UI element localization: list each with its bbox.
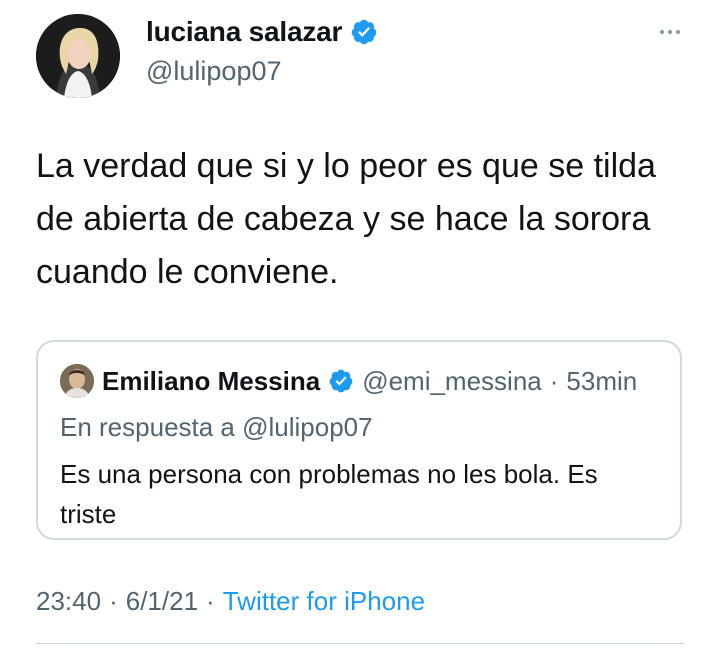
quoted-author-avatar: [60, 364, 94, 398]
tweet-date[interactable]: 6/1/21: [126, 586, 198, 617]
meta-separator: ·: [109, 586, 118, 616]
author-avatar[interactable]: [36, 14, 120, 98]
tweet-source-link[interactable]: Twitter for iPhone: [223, 586, 425, 617]
quoted-author-name: Emiliano Messina: [102, 365, 321, 396]
quoted-timestamp: 53min: [566, 365, 638, 396]
quoted-tweet-text: Es una persona con problemas no les bola…: [60, 459, 598, 529]
author-name-row: luciana salazar: [146, 14, 378, 50]
more-options-icon[interactable]: [652, 20, 688, 44]
verified-badge-icon: [351, 19, 377, 45]
author-handle[interactable]: @lulipop07: [146, 56, 378, 87]
author-avatar-image: [36, 14, 120, 98]
divider: [36, 643, 684, 644]
tweet: luciana salazar @lulipop07 La verdad que…: [0, 0, 720, 657]
quoted-tweet-header: Emiliano Messina @emi_messina · 53min: [60, 364, 637, 398]
verified-badge-icon: [329, 369, 353, 393]
quoted-author-avatar-image: [60, 364, 94, 398]
more-dot: [668, 30, 672, 34]
quoted-tweet[interactable]: Emiliano Messina @emi_messina · 53min En…: [36, 340, 682, 540]
meta-separator: ·: [206, 586, 215, 616]
more-dot: [676, 30, 680, 34]
quoted-separator: ·: [549, 365, 559, 396]
quoted-author-handle: @emi_messina: [362, 365, 542, 396]
tweet-time[interactable]: 23:40: [36, 586, 101, 617]
more-dot: [660, 30, 664, 34]
author-display-name[interactable]: luciana salazar: [146, 16, 342, 48]
tweet-meta: 23:40 · 6/1/21 · Twitter for iPhone: [36, 586, 425, 617]
quoted-reply-context: En respuesta a @lulipop07: [60, 412, 373, 442]
tweet-text: La verdad que si y lo peor es que se til…: [36, 147, 656, 291]
author-info: luciana salazar @lulipop07: [146, 14, 378, 87]
